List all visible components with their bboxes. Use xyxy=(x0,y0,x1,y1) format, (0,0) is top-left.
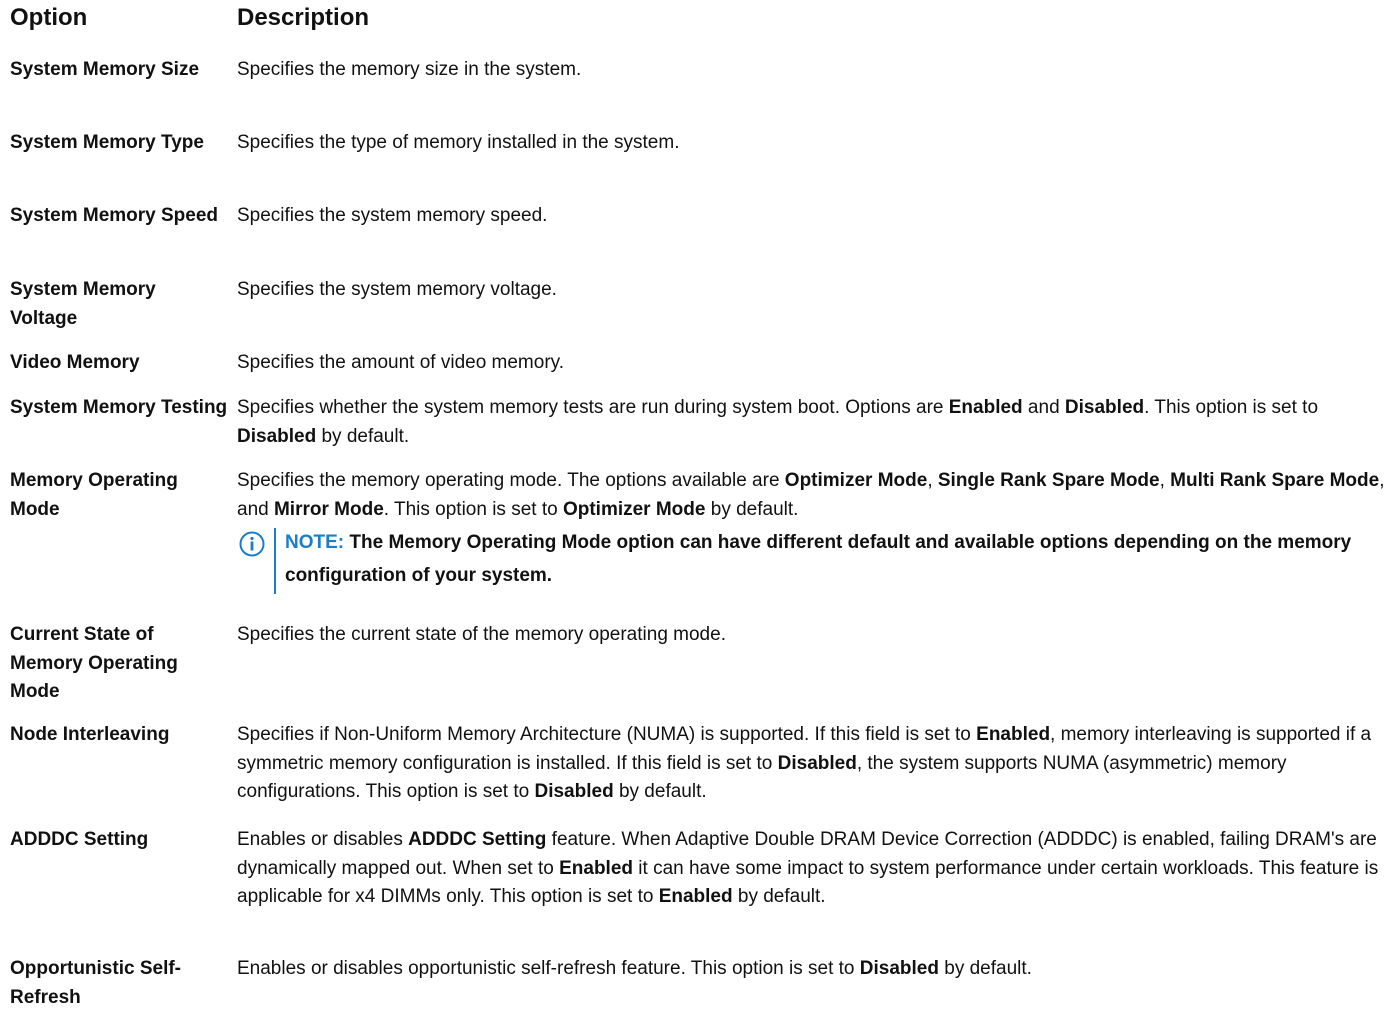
option-name: Node Interleaving xyxy=(10,724,170,745)
description-segment: , xyxy=(927,470,938,491)
description-segment: Specifies if Non-Uniform Memory Architec… xyxy=(237,724,977,745)
description-segment: by default. xyxy=(613,781,707,802)
description-text: Specifies the system memory speed. xyxy=(237,202,1385,231)
description-text: Specifies the current state of the memor… xyxy=(237,621,1385,650)
description-segment: by default. xyxy=(316,425,410,447)
description-text: Specifies the type of memory installed i… xyxy=(237,129,1385,158)
description-segment: Specifies the system memory speed. xyxy=(237,205,548,226)
description-bold-value: Optimizer Mode xyxy=(562,498,706,520)
bios-memory-settings-table: Option Description System Memory Size Spe… xyxy=(0,0,1395,1009)
description-text: Specifies if Non-Uniform Memory Architec… xyxy=(237,721,1385,807)
option-name: Video Memory xyxy=(10,352,140,373)
option-description: Specifies the amount of video memory. xyxy=(237,349,1385,378)
option-name: System Memory Testing xyxy=(10,397,228,418)
description-segment: . This option is set to xyxy=(1144,397,1319,418)
description-text: Specifies the system memory voltage. xyxy=(237,276,1385,305)
description-text: Specifies the memory size in the system. xyxy=(237,56,1385,85)
option-description: Specifies the system memory voltage. xyxy=(237,276,1385,305)
option-name: Opportunistic Self-Refresh xyxy=(10,958,181,1008)
option-description: Enables or disables ADDDC Setting featur… xyxy=(237,826,1385,912)
description-segment: , xyxy=(1159,470,1171,491)
option-description: Specifies whether the system memory test… xyxy=(237,394,1385,451)
description-segment: Specifies whether the system memory test… xyxy=(237,397,949,418)
note-body: The Memory Operating Mode option can hav… xyxy=(285,532,1352,586)
description-segment: . This option is set to xyxy=(383,498,563,520)
description-segment: Enables or disables opportunistic self-r… xyxy=(237,958,860,979)
description-segment: Specifies the memory size in the system. xyxy=(237,59,582,80)
option-name: System Memory Voltage xyxy=(10,279,156,329)
description-segment: Specifies the system memory voltage. xyxy=(237,279,557,300)
option-name: System Memory Size xyxy=(10,59,200,80)
description-segment: and xyxy=(1022,397,1065,418)
description-text: Specifies the amount of video memory. xyxy=(237,349,1385,378)
description-segment: Specifies the amount of video memory. xyxy=(237,352,565,373)
description-text: Enables or disables ADDDC Setting featur… xyxy=(237,826,1385,912)
description-bold-value: Disabled xyxy=(859,958,939,979)
table-header: Option Description xyxy=(10,4,1385,38)
description-bold-value: Enabled xyxy=(976,724,1051,745)
description-segment: by default. xyxy=(938,958,1032,979)
note-divider xyxy=(274,528,276,594)
note-label: NOTE: xyxy=(285,532,345,553)
option-column-header: Option xyxy=(10,4,88,31)
description-bold-value: ADDDC Setting xyxy=(408,829,547,850)
info-icon xyxy=(239,531,265,557)
description-bold-value: Disabled xyxy=(534,781,614,802)
note-callout: NOTE: The Memory Operating Mode option c… xyxy=(237,526,1385,594)
option-description: Specifies the type of memory installed i… xyxy=(237,129,1385,158)
description-segment: by default. xyxy=(705,498,799,520)
description-bold-value: Disabled xyxy=(237,425,317,447)
option-name: ADDDC Setting xyxy=(10,829,149,850)
option-name: Current State of Memory Operating Mode xyxy=(10,624,178,702)
option-description: Specifies if Non-Uniform Memory Architec… xyxy=(237,721,1385,807)
description-column-header: Description xyxy=(237,4,370,31)
description-bold-value: Optimizer Mode xyxy=(784,470,928,491)
description-segment: Enables or disables xyxy=(237,829,409,850)
description-text: Specifies the memory operating mode. The… xyxy=(237,467,1385,524)
description-bold-value: Enabled xyxy=(559,857,634,879)
option-name: System Memory Speed xyxy=(10,205,219,226)
option-name: System Memory Type xyxy=(10,132,204,153)
description-bold-value: Single Rank Spare Mode xyxy=(937,470,1160,491)
description-segment: Specifies the memory operating mode. The… xyxy=(237,470,785,491)
description-bold-value: Enabled xyxy=(948,397,1023,418)
note-text: NOTE: The Memory Operating Mode option c… xyxy=(285,526,1365,592)
description-text: Enables or disables opportunistic self-r… xyxy=(237,955,1385,984)
option-description: Specifies the system memory speed. xyxy=(237,202,1385,231)
description-segment: Specifies the type of memory installed i… xyxy=(237,132,680,153)
option-description: Specifies the memory operating mode. The… xyxy=(237,467,1385,594)
description-bold-value: Mirror Mode xyxy=(273,498,384,520)
description-bold-value: Disabled xyxy=(777,752,857,774)
description-bold-value: Enabled xyxy=(658,886,733,907)
option-description: Specifies the memory size in the system. xyxy=(237,56,1385,85)
option-description: Specifies the current state of the memor… xyxy=(237,621,1385,650)
description-segment: Specifies the current state of the memor… xyxy=(237,624,726,645)
option-name: Memory Operating Mode xyxy=(10,470,178,520)
description-bold-value: Multi Rank Spare Mode xyxy=(1170,470,1380,491)
description-bold-value: Disabled xyxy=(1064,397,1145,418)
description-segment: by default. xyxy=(732,886,826,907)
option-description: Enables or disables opportunistic self-r… xyxy=(237,955,1385,984)
description-text: Specifies whether the system memory test… xyxy=(237,394,1385,451)
